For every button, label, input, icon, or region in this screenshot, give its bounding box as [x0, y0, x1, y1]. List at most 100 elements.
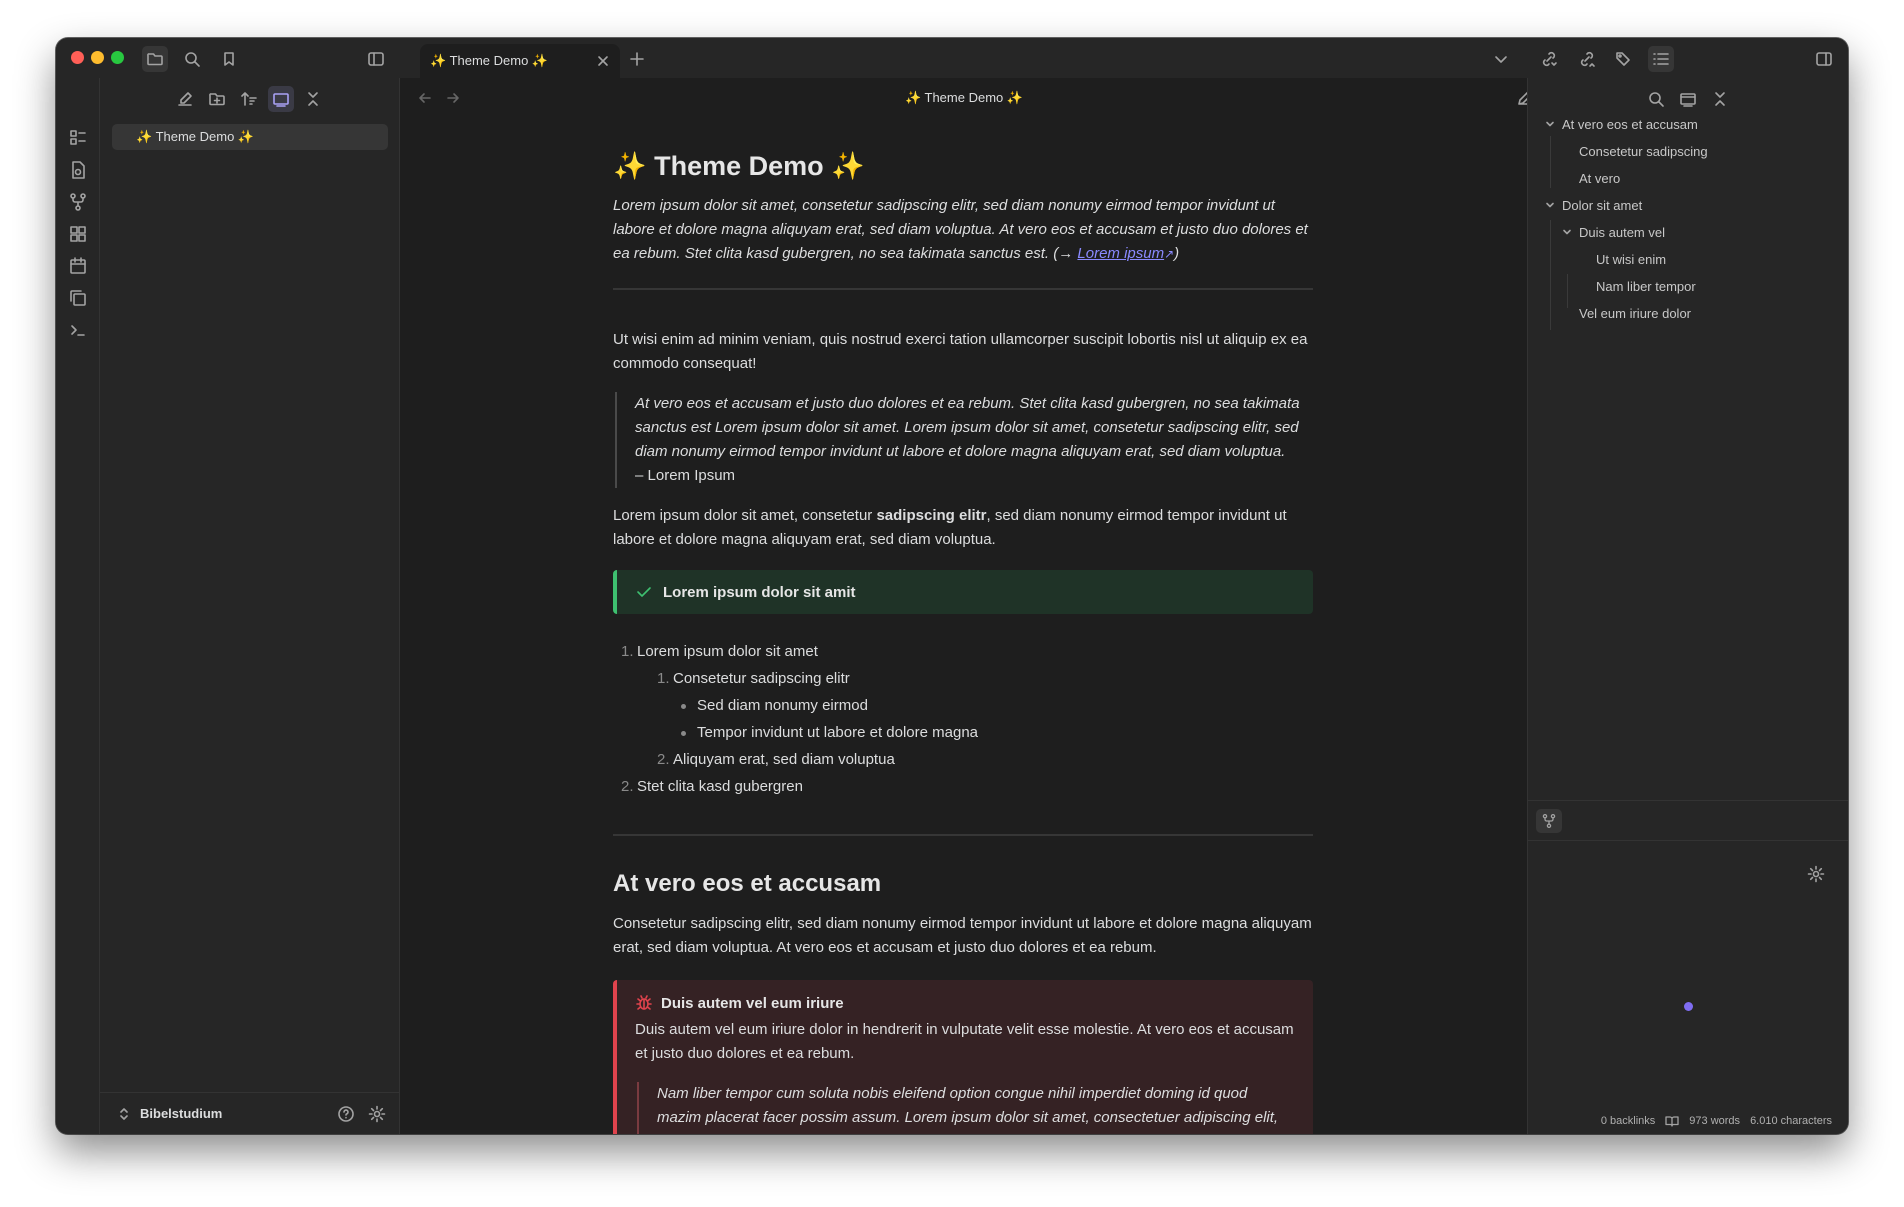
- file-explorer-tab-button[interactable]: [142, 46, 168, 72]
- paragraph-1: Ut wisi enim ad minim veniam, quis nostr…: [613, 331, 1308, 372]
- list-icon: [1653, 53, 1669, 65]
- section-heading: At vero eos et accusam: [613, 870, 882, 897]
- plus-icon: [630, 52, 644, 66]
- file-item-theme-demo[interactable]: ✨ Theme Demo ✨: [112, 124, 388, 150]
- ribbon-open-file[interactable]: [68, 160, 88, 180]
- outline-collapse-button[interactable]: [1711, 90, 1729, 108]
- intro-paragraph: Lorem ipsum dolor sit amet, consetetur s…: [613, 194, 1313, 266]
- intro-text: Lorem ipsum dolor sit amet, consetetur s…: [613, 197, 1308, 262]
- help-button[interactable]: [337, 1105, 355, 1123]
- outline-item[interactable]: Dolor sit amet: [1562, 198, 1642, 213]
- bug-callout-body: Duis autem vel eum iriure dolor in hendr…: [635, 1021, 1294, 1062]
- chevron-down-icon[interactable]: [1544, 199, 1556, 211]
- outline-item[interactable]: At vero eos et accusam: [1562, 117, 1698, 132]
- outline-search-button[interactable]: [1647, 90, 1665, 108]
- blockquote-text: At vero eos et accusam et justo duo dolo…: [635, 395, 1300, 460]
- note-content[interactable]: ✨ Theme Demo ✨ Lorem ipsum dolor sit ame…: [613, 138, 1313, 1134]
- check-icon: [637, 587, 651, 597]
- bug-callout-title: Duis autem vel eum iriure: [661, 994, 844, 1012]
- close-icon: [598, 56, 608, 66]
- title-bar: ✨ Theme Demo ✨: [56, 38, 1848, 78]
- new-tab-button[interactable]: [624, 46, 650, 72]
- link-in-icon: [1542, 51, 1557, 67]
- outline-item[interactable]: Consetetur sadipscing: [1579, 144, 1708, 159]
- vault-name: Bibelstudium: [140, 1106, 223, 1121]
- outline-guide: [1550, 220, 1551, 330]
- outline-item[interactable]: Duis autem vel: [1579, 225, 1665, 240]
- list-item-text: Stet clita kasd gubergren: [637, 778, 803, 795]
- pane-divider[interactable]: [1528, 800, 1848, 801]
- list-item: 2. Stet clita kasd gubergren: [613, 773, 1313, 800]
- bug-icon: [636, 995, 652, 1010]
- list-item: 1. Lorem ipsum dolor sit amet: [613, 638, 1313, 665]
- outline-button[interactable]: [1648, 46, 1674, 72]
- graph-node[interactable]: [1684, 1002, 1693, 1011]
- folder-plus-icon: [209, 93, 225, 106]
- tags-button[interactable]: [1611, 46, 1637, 72]
- blockquote-author: – Lorem Ipsum: [635, 467, 736, 484]
- layout-grid-icon: [70, 226, 86, 242]
- para2-bold: sadipscing elitr: [876, 507, 987, 524]
- editor-pane: ✨ Theme Demo ✨ ✨ Theme Demo ✨ Lorem ipsu…: [401, 78, 1562, 1134]
- view-title[interactable]: ✨ Theme Demo ✨: [401, 90, 1527, 106]
- edit-icon: [178, 92, 192, 106]
- bullet: [681, 731, 686, 736]
- success-callout-title: Lorem ipsum dolor sit amit: [663, 583, 856, 601]
- paragraph-2: Lorem ipsum dolor sit amet, consetetur s…: [613, 504, 1313, 552]
- search-icon: [1649, 92, 1664, 107]
- tab-theme-demo[interactable]: ✨ Theme Demo ✨: [420, 44, 620, 78]
- chevrons-collapse-icon: [308, 92, 318, 106]
- bug-callout-header: Duis autem vel eum iriure: [635, 994, 1295, 1012]
- outline-item[interactable]: Ut wisi enim: [1596, 252, 1666, 267]
- book-open-icon[interactable]: [1665, 1114, 1679, 1128]
- linked-mentions-button[interactable]: [1536, 46, 1562, 72]
- sort-button[interactable]: [236, 86, 262, 112]
- bug-callout[interactable]: Duis autem vel eum iriure Duis autem vel…: [613, 980, 1313, 1134]
- chevron-down-icon[interactable]: [1561, 226, 1573, 238]
- vault-switcher[interactable]: Bibelstudium: [100, 1092, 399, 1134]
- tab-list-dropdown[interactable]: [1488, 46, 1514, 72]
- settings-button[interactable]: [368, 1105, 386, 1123]
- divider: [613, 288, 1313, 290]
- gear-icon: [368, 1105, 386, 1122]
- word-count: 973 words: [1689, 1115, 1741, 1127]
- graph-settings-button[interactable]: [1807, 865, 1825, 883]
- ribbon-quick-switcher[interactable]: [68, 128, 88, 148]
- ribbon-command-palette[interactable]: [68, 320, 88, 340]
- help-icon: [338, 1105, 354, 1122]
- outline-item[interactable]: At vero: [1579, 171, 1620, 186]
- outline-item[interactable]: Nam liber tempor: [1596, 279, 1696, 294]
- ribbon: [56, 78, 100, 1134]
- close-tab-button[interactable]: [596, 54, 610, 68]
- ribbon-canvas[interactable]: [68, 224, 88, 244]
- outline-display-button[interactable]: [1679, 90, 1697, 108]
- paragraph-3: Consetetur sadipscing elitr, sed diam no…: [613, 915, 1312, 956]
- toggle-right-sidebar-button[interactable]: [1811, 46, 1837, 72]
- backlinks-count[interactable]: 0 backlinks: [1601, 1115, 1655, 1127]
- new-folder-button[interactable]: [204, 86, 230, 112]
- lorem-ipsum-link[interactable]: Lorem ipsum: [1077, 245, 1164, 262]
- ribbon-daily-note[interactable]: [68, 256, 88, 276]
- close-window-button[interactable]: [71, 51, 84, 64]
- outgoing-links-button[interactable]: [1574, 46, 1600, 72]
- chevron-down-icon[interactable]: [1544, 118, 1556, 130]
- chevron-down-icon: [1495, 56, 1507, 63]
- file-explorer-pane: ✨ Theme Demo ✨ Bibelstudium: [100, 78, 400, 1134]
- collapse-all-button[interactable]: [300, 86, 326, 112]
- search-tab-button[interactable]: [179, 46, 205, 72]
- ribbon-graph-view[interactable]: [68, 192, 88, 212]
- ribbon-templates[interactable]: [68, 288, 88, 308]
- bookmarks-tab-button[interactable]: [216, 46, 242, 72]
- maximize-window-button[interactable]: [111, 51, 124, 64]
- list-item-text: Aliquyam erat, sed diam voluptua: [673, 751, 895, 768]
- outline-item[interactable]: Vel eum iriure dolor: [1579, 306, 1691, 321]
- success-callout[interactable]: Lorem ipsum dolor sit amit: [613, 570, 1313, 614]
- view-header: ✨ Theme Demo ✨: [401, 78, 1562, 118]
- auto-reveal-button[interactable]: [268, 86, 294, 112]
- character-count: 6.010 characters: [1750, 1115, 1832, 1127]
- toggle-left-sidebar-button[interactable]: [363, 46, 389, 72]
- local-graph-tab[interactable]: [1536, 809, 1562, 833]
- minimize-window-button[interactable]: [91, 51, 104, 64]
- new-note-button[interactable]: [172, 86, 198, 112]
- right-sidebar: At vero eos et accusam Consetetur sadips…: [1527, 78, 1848, 1134]
